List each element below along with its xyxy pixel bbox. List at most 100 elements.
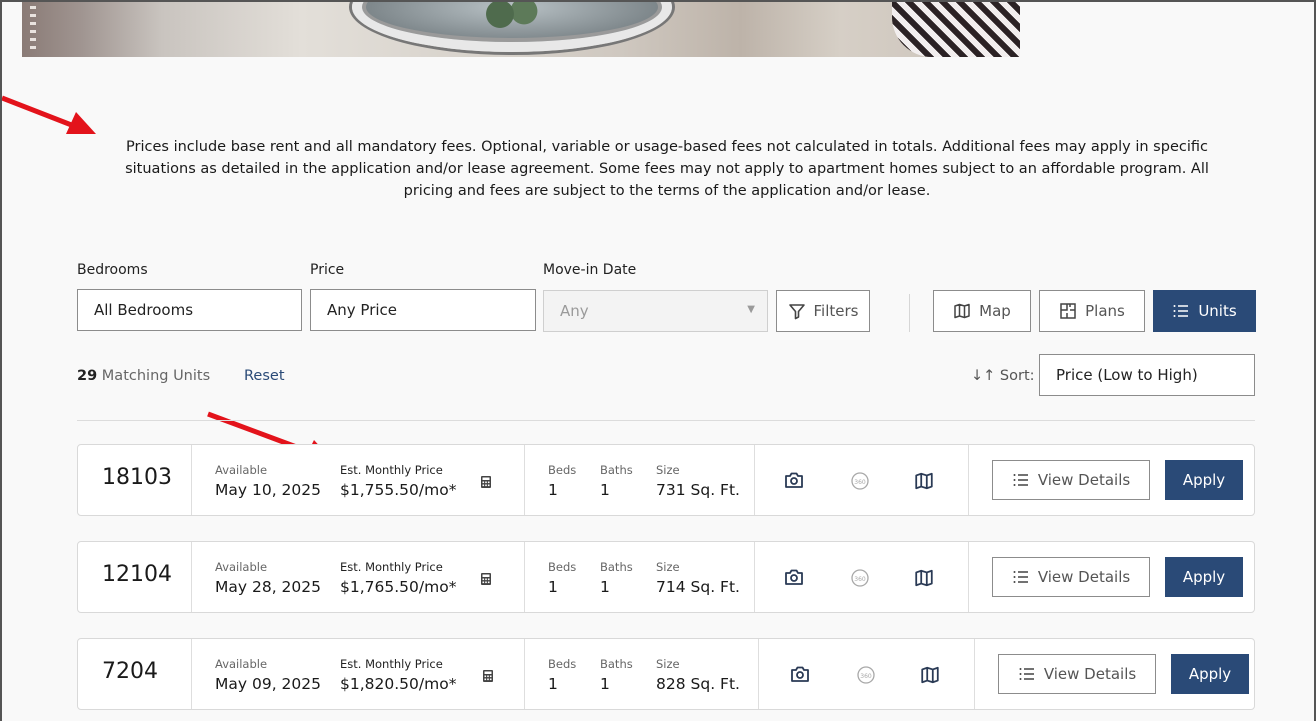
view-details-label: View Details bbox=[1037, 471, 1131, 489]
beds-label: Beds bbox=[548, 463, 577, 477]
beds-label: Beds bbox=[548, 560, 577, 574]
units-view-button[interactable]: Units bbox=[1153, 290, 1256, 332]
view-details-button[interactable]: View Details bbox=[992, 460, 1150, 500]
sofa-studs bbox=[30, 6, 36, 54]
beds-value: 1 bbox=[548, 675, 558, 693]
svg-text:360: 360 bbox=[854, 576, 866, 583]
apply-button[interactable]: Apply bbox=[1171, 654, 1249, 694]
tour-360-icon[interactable]: 360 bbox=[856, 665, 876, 685]
available-date: May 09, 2025 bbox=[215, 675, 321, 693]
map-icon[interactable] bbox=[914, 568, 934, 588]
pricing-disclaimer: Prices include base rent and all mandato… bbox=[125, 139, 1209, 199]
svg-text:360: 360 bbox=[860, 673, 872, 680]
view-details-button[interactable]: View Details bbox=[992, 557, 1150, 597]
map-icon bbox=[954, 303, 970, 319]
map-label: Map bbox=[979, 302, 1011, 320]
calculator-icon[interactable] bbox=[480, 572, 492, 586]
beds-value: 1 bbox=[548, 481, 558, 499]
match-count: 29 bbox=[77, 368, 98, 384]
card-divider bbox=[968, 445, 969, 515]
camera-icon[interactable] bbox=[784, 471, 804, 489]
card-divider bbox=[754, 445, 755, 515]
map-icon[interactable] bbox=[920, 665, 940, 685]
apply-button[interactable]: Apply bbox=[1165, 557, 1243, 597]
price-label: Price bbox=[310, 262, 345, 278]
unit-number: 18103 bbox=[102, 465, 172, 490]
card-divider bbox=[191, 542, 192, 612]
baths-label: Baths bbox=[600, 657, 633, 671]
price-select[interactable]: Any Price bbox=[310, 289, 536, 331]
reset-link[interactable]: Reset bbox=[244, 368, 285, 384]
monthly-price: $1,765.50/mo* bbox=[340, 578, 457, 596]
plans-label: Plans bbox=[1085, 302, 1125, 320]
filters-label: Filters bbox=[813, 302, 859, 320]
movein-date-select[interactable]: Any ▼ bbox=[543, 290, 768, 332]
baths-value: 1 bbox=[600, 481, 610, 499]
tour-360-icon[interactable]: 360 bbox=[850, 568, 870, 588]
unit-number: 7204 bbox=[102, 659, 158, 684]
size-label: Size bbox=[656, 657, 680, 671]
camera-icon[interactable] bbox=[790, 665, 810, 683]
results-divider bbox=[77, 420, 1255, 421]
list-icon bbox=[1013, 571, 1028, 583]
bedrooms-value: All Bedrooms bbox=[94, 301, 194, 319]
available-date: May 10, 2025 bbox=[215, 481, 321, 499]
sort-select[interactable]: Price (Low to High) bbox=[1039, 354, 1255, 396]
map-icon[interactable] bbox=[914, 471, 934, 491]
calculator-icon[interactable] bbox=[482, 669, 494, 683]
list-icon bbox=[1013, 474, 1028, 486]
sort-label-text: Sort: bbox=[999, 368, 1035, 384]
view-details-button[interactable]: View Details bbox=[998, 654, 1156, 694]
apply-label: Apply bbox=[1188, 665, 1232, 683]
size-value: 828 Sq. Ft. bbox=[656, 675, 740, 693]
beds-value: 1 bbox=[548, 578, 558, 596]
baths-value: 1 bbox=[600, 578, 610, 596]
view-details-label: View Details bbox=[1037, 568, 1131, 586]
card-divider bbox=[524, 639, 525, 709]
list-icon bbox=[1019, 668, 1034, 680]
apply-label: Apply bbox=[1182, 568, 1226, 586]
unit-number: 12104 bbox=[102, 562, 172, 587]
plans-view-button[interactable]: Plans bbox=[1039, 290, 1145, 332]
price-value: Any Price bbox=[327, 301, 398, 319]
card-divider bbox=[524, 445, 525, 515]
calculator-icon[interactable] bbox=[480, 475, 492, 489]
match-label: Matching Units bbox=[101, 368, 211, 384]
hero-image bbox=[22, 2, 1020, 57]
unit-card[interactable]: 7204 Available May 09, 2025 Est. Monthly… bbox=[77, 638, 1255, 710]
available-label: Available bbox=[215, 657, 268, 671]
sort-value: Price (Low to High) bbox=[1056, 366, 1198, 384]
price-label: Est. Monthly Price bbox=[340, 560, 443, 574]
size-value: 714 Sq. Ft. bbox=[656, 578, 740, 596]
matching-units-count: 29 Matching Units bbox=[77, 368, 210, 384]
monthly-price: $1,820.50/mo* bbox=[340, 675, 457, 693]
map-view-button[interactable]: Map bbox=[933, 290, 1031, 332]
available-label: Available bbox=[215, 560, 268, 574]
card-divider bbox=[191, 445, 192, 515]
unit-card[interactable]: 12104 Available May 28, 2025 Est. Monthl… bbox=[77, 541, 1255, 613]
price-label: Est. Monthly Price bbox=[340, 657, 443, 671]
card-divider bbox=[968, 542, 969, 612]
patterned-cushion bbox=[892, 2, 1020, 57]
beds-label: Beds bbox=[548, 657, 577, 671]
card-divider bbox=[758, 639, 759, 709]
unit-card[interactable]: 18103 Available May 10, 2025 Est. Monthl… bbox=[77, 444, 1255, 516]
filters-button[interactable]: Filters bbox=[776, 290, 870, 332]
available-date: May 28, 2025 bbox=[215, 578, 321, 596]
chevron-down-icon: ▼ bbox=[747, 304, 755, 315]
apply-label: Apply bbox=[1182, 471, 1226, 489]
sort-label: ↓↑ Sort: bbox=[971, 368, 1035, 384]
bedrooms-label: Bedrooms bbox=[77, 262, 148, 278]
available-label: Available bbox=[215, 463, 268, 477]
card-divider bbox=[191, 639, 192, 709]
apply-button[interactable]: Apply bbox=[1165, 460, 1243, 500]
bedrooms-select[interactable]: All Bedrooms bbox=[77, 289, 302, 331]
plant bbox=[482, 2, 542, 32]
units-label: Units bbox=[1198, 302, 1237, 320]
camera-icon[interactable] bbox=[784, 568, 804, 586]
sort-icon: ↓↑ bbox=[971, 368, 996, 384]
tour-360-icon[interactable]: 360 bbox=[850, 471, 870, 491]
movein-placeholder: Any bbox=[560, 302, 589, 320]
view-details-label: View Details bbox=[1043, 665, 1137, 683]
price-label: Est. Monthly Price bbox=[340, 463, 443, 477]
